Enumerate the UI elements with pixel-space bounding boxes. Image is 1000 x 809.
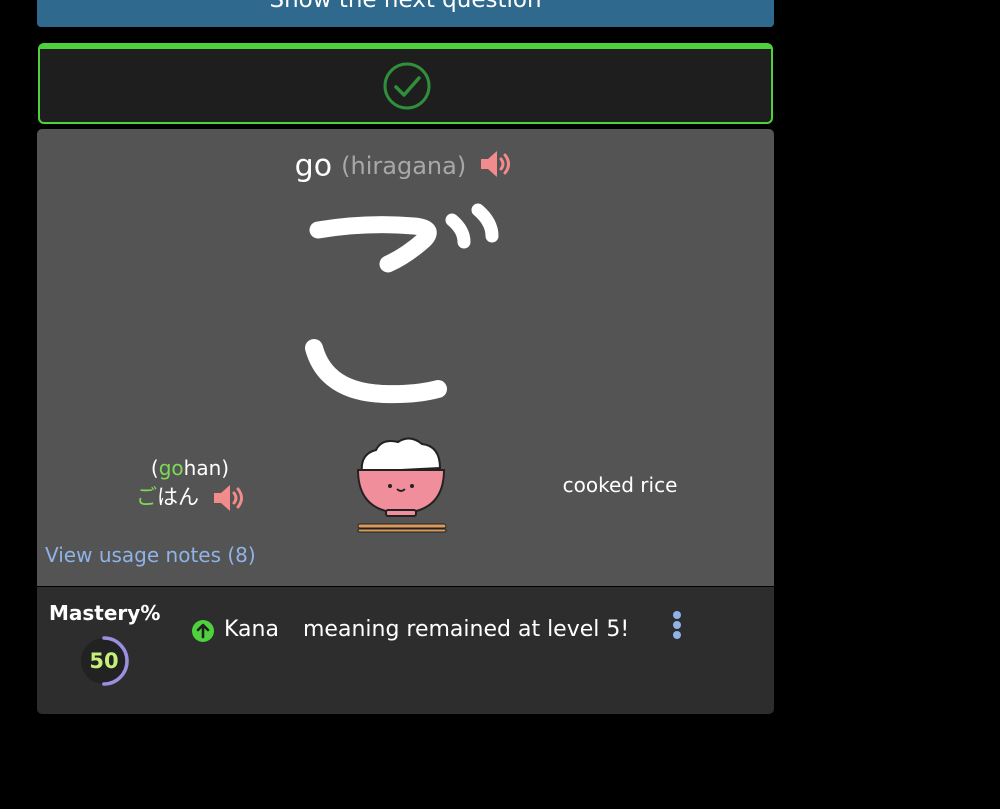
vocab-meaning: cooked rice <box>562 473 678 497</box>
vocab-kana-rest: はん <box>157 485 199 509</box>
vocab-speaker-icon[interactable] <box>212 482 248 514</box>
answer-result-bar <box>38 43 773 124</box>
vocab-romaji: (gohan) <box>120 456 260 480</box>
vocab-romaji-rest: han) <box>183 456 230 480</box>
srs-type-label: Kana <box>224 617 279 642</box>
vocab-kana: ごはん <box>136 481 248 514</box>
kana-script-label: (hiragana) <box>341 152 467 180</box>
kana-romaji: go <box>294 148 333 184</box>
speaker-icon[interactable] <box>479 148 515 184</box>
vocab-kana-highlight: ご <box>136 485 157 509</box>
arrow-up-circle-icon <box>192 620 214 642</box>
rice-bowl-icon <box>356 437 447 533</box>
mastery-value: 50 <box>89 649 119 673</box>
check-circle-icon <box>383 62 431 110</box>
srs-status-message: meaning remained at level 5! <box>303 617 630 642</box>
mastery-label: Mastery% <box>49 601 161 625</box>
show-next-question-button[interactable]: Show the next question <box>37 0 774 27</box>
view-usage-notes-link[interactable]: View usage notes (8) <box>45 543 256 567</box>
vocab-romaji-highlight: go <box>158 456 184 480</box>
more-vertical-icon[interactable] <box>669 610 685 642</box>
show-next-question-label: Show the next question <box>269 0 542 13</box>
vocab-romaji-open: ( <box>150 456 159 480</box>
kana-title: go (hiragana) <box>0 148 810 184</box>
kana-stroke-drawing <box>305 203 499 404</box>
